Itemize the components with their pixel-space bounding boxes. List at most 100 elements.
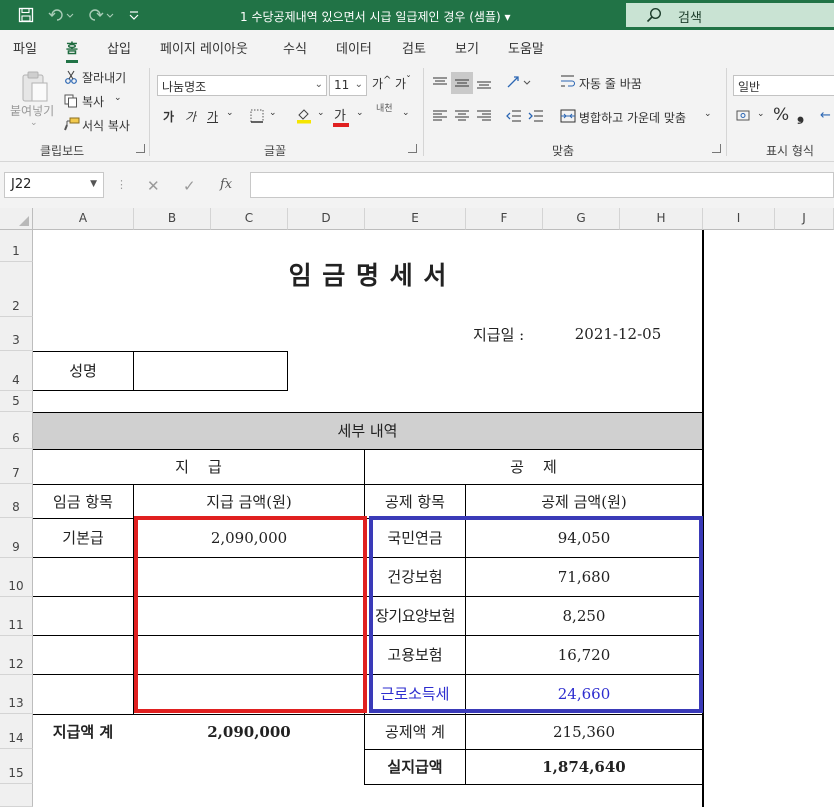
name-value[interactable]	[134, 351, 287, 390]
customize-toolbar-icon[interactable]	[128, 7, 140, 23]
save-icon[interactable]	[18, 7, 34, 23]
name-box[interactable]: J22 ▼	[4, 172, 104, 198]
row-header-11[interactable]: 11	[0, 597, 33, 636]
row-header-5[interactable]: 5	[0, 391, 33, 412]
alignment-launcher-icon[interactable]	[712, 144, 721, 153]
row-header-2[interactable]: 2	[0, 262, 33, 317]
font-color-dropdown-icon[interactable]: ⌄	[356, 108, 364, 118]
merge-center-button[interactable]: 병합하고 가운데 맞춤	[579, 109, 686, 126]
italic-button[interactable]: 가	[185, 108, 196, 125]
font-launcher-icon[interactable]	[408, 144, 417, 153]
font-color-icon[interactable]: 가	[333, 105, 349, 127]
confirm-entry-icon[interactable]: ✓	[183, 177, 196, 195]
tab-page-layout[interactable]: 페이지 레이아웃	[160, 38, 248, 57]
fill-color-dropdown-icon[interactable]: ⌄	[317, 108, 325, 118]
column-header-d[interactable]: D	[288, 208, 365, 230]
cancel-entry-icon[interactable]: ✕	[147, 177, 160, 195]
tab-view[interactable]: 보기	[455, 38, 479, 57]
border-icon[interactable]	[250, 109, 264, 126]
align-middle-icon[interactable]	[451, 72, 473, 94]
row-header-14[interactable]: 14	[0, 714, 33, 749]
accounting-format-icon[interactable]	[736, 109, 754, 126]
font-size-select[interactable]: 11 ⌄	[329, 75, 367, 96]
bold-button[interactable]: 가	[163, 108, 174, 125]
row-header-16[interactable]	[0, 784, 33, 807]
clipboard-launcher-icon[interactable]	[136, 144, 145, 153]
paste-button[interactable]: 붙여넣기	[10, 102, 54, 119]
tab-insert[interactable]: 삽입	[107, 38, 131, 57]
align-right-icon[interactable]	[476, 109, 492, 126]
column-header-e[interactable]: E	[365, 208, 466, 230]
tab-home[interactable]: 홈	[66, 38, 78, 63]
phonetic-dropdown-icon[interactable]: ⌄	[402, 108, 410, 118]
fill-color-icon[interactable]	[296, 107, 312, 127]
align-center-icon[interactable]	[454, 109, 470, 126]
formula-input[interactable]	[250, 172, 834, 198]
copy-dropdown-icon[interactable]: ⌄	[114, 93, 122, 103]
row-header-15[interactable]: 15	[0, 749, 33, 784]
tab-review[interactable]: 검토	[402, 38, 426, 57]
wrap-text-icon[interactable]	[560, 73, 576, 92]
decrease-font-icon[interactable]: 가ˇ	[395, 75, 411, 92]
tab-formulas[interactable]: 수식	[283, 38, 307, 57]
document-title[interactable]: 1 수당공제내역 있으면서 시급 일급제인 경우 (샘플) ▾	[240, 8, 511, 25]
align-bottom-icon[interactable]	[476, 76, 492, 93]
row-header-4[interactable]: 4	[0, 351, 33, 391]
percent-style-icon[interactable]: %	[773, 105, 789, 125]
increase-decimal-icon[interactable]: ←	[820, 108, 831, 123]
row-header-6[interactable]: 6	[0, 412, 33, 449]
column-header-c[interactable]: C	[211, 208, 288, 230]
merge-center-icon[interactable]	[560, 108, 576, 127]
row-header-1[interactable]: 1	[0, 230, 33, 262]
column-header-h[interactable]: H	[620, 208, 703, 230]
increase-font-icon[interactable]: 가^	[372, 75, 391, 92]
column-header-a[interactable]: A	[33, 208, 134, 230]
phonetic-guide-button[interactable]: 내천	[376, 104, 393, 114]
number-format-select[interactable]: 일반	[733, 75, 834, 96]
column-header-b[interactable]: B	[134, 208, 211, 230]
redo-icon[interactable]	[88, 7, 114, 23]
insert-function-icon[interactable]: fx	[220, 177, 232, 192]
cut-button[interactable]: 잘라내기	[82, 69, 126, 86]
align-left-icon[interactable]	[432, 109, 448, 126]
orientation-icon[interactable]	[506, 74, 532, 93]
cut-icon[interactable]	[64, 70, 78, 87]
column-header-j[interactable]: J	[775, 208, 834, 230]
row-header-3[interactable]: 3	[0, 317, 33, 351]
worksheet-grid[interactable]: 임 금 명 세 서 지급일 : 2021-12-05 성명 세부 내역 지 급 …	[33, 230, 834, 807]
row-header-10[interactable]: 10	[0, 558, 33, 597]
more-options-icon[interactable]: ⋮	[116, 178, 127, 191]
paste-dropdown-icon[interactable]: ⌄	[30, 118, 38, 128]
copy-icon[interactable]	[64, 94, 78, 111]
column-header-f[interactable]: F	[466, 208, 543, 230]
column-header-g[interactable]: G	[543, 208, 620, 230]
underline-dropdown-icon[interactable]: ⌄	[226, 108, 234, 118]
tab-file[interactable]: 파일	[13, 38, 37, 57]
format-painter-button[interactable]: 서식 복사	[82, 117, 130, 134]
increase-indent-icon[interactable]	[528, 109, 544, 126]
undo-icon[interactable]	[48, 7, 74, 23]
accounting-dropdown-icon[interactable]: ⌄	[757, 109, 765, 119]
select-all-button[interactable]	[0, 208, 33, 230]
comma-style-icon[interactable]: ❟	[797, 104, 804, 125]
tab-help[interactable]: 도움말	[508, 38, 544, 57]
row-header-8[interactable]: 8	[0, 484, 33, 518]
column-header-i[interactable]: I	[703, 208, 775, 230]
deduction-section-header: 공 제	[510, 458, 557, 476]
row-header-9[interactable]: 9	[0, 518, 33, 558]
row-header-7[interactable]: 7	[0, 449, 33, 484]
deduction-highlight-box	[369, 516, 703, 713]
search-box[interactable]: 검색	[626, 3, 834, 27]
row-header-12[interactable]: 12	[0, 636, 33, 675]
tab-data[interactable]: 데이터	[336, 38, 372, 57]
font-name-select[interactable]: 나눔명조 ⌄	[157, 75, 327, 96]
decrease-indent-icon[interactable]	[506, 109, 522, 126]
align-top-icon[interactable]	[432, 76, 448, 93]
merge-dropdown-icon[interactable]: ⌄	[704, 109, 712, 119]
border-dropdown-icon[interactable]: ⌄	[269, 108, 277, 118]
wrap-text-button[interactable]: 자동 줄 바꿈	[579, 75, 642, 92]
underline-button[interactable]: 가	[207, 108, 218, 125]
row-header-13[interactable]: 13	[0, 675, 33, 714]
format-painter-icon[interactable]	[64, 117, 80, 134]
copy-button[interactable]: 복사	[82, 93, 104, 110]
